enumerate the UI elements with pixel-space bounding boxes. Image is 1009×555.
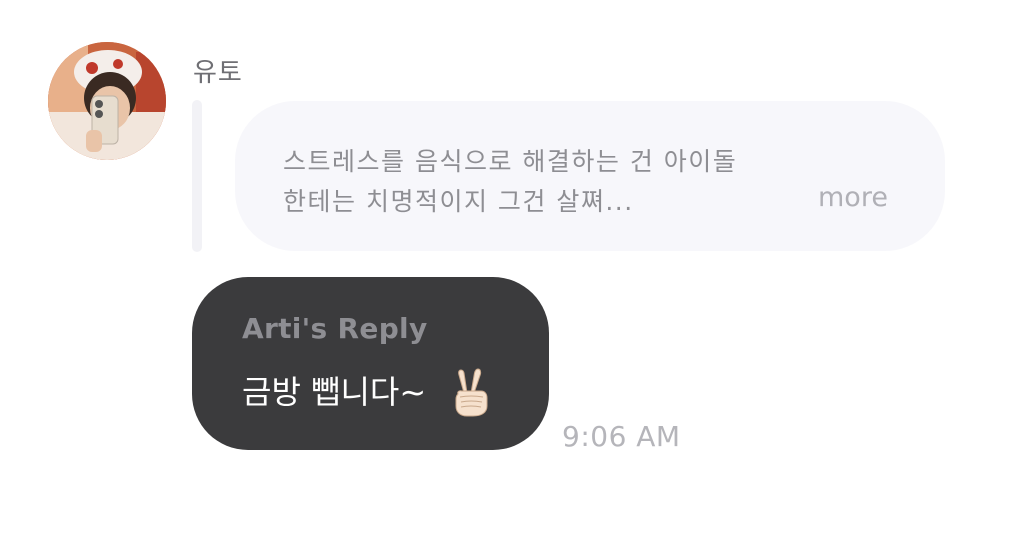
victory-hand-icon [455, 368, 488, 417]
more-button[interactable]: more [818, 182, 888, 213]
profile-photo-icon [48, 42, 166, 160]
quote-indicator-bar [192, 100, 202, 252]
quoted-message-line-1: 스트레스를 음식으로 해결하는 건 아이돌 [283, 147, 738, 176]
sender-avatar[interactable] [48, 42, 166, 160]
reply-text: 금방 뺍니다~ [242, 373, 427, 411]
message-timestamp: 9:06 AM [562, 420, 681, 453]
quoted-message-line-2: 한테는 치명적이지 그건 살쪄... [283, 187, 634, 216]
sender-name: 유토 [193, 58, 243, 88]
reply-title: Arti's Reply [242, 312, 428, 345]
reply-message-bubble[interactable] [192, 277, 549, 450]
